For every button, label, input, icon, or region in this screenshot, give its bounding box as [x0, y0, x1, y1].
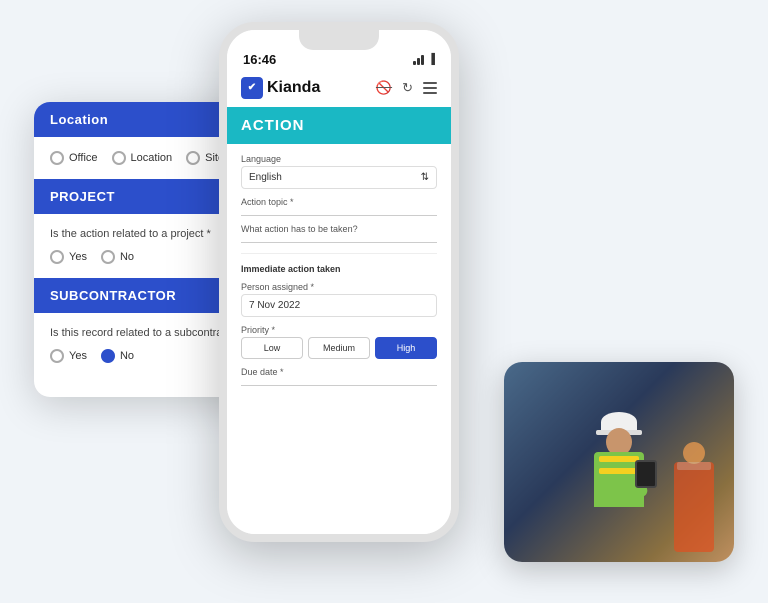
what-action-label: What action has to be taken?	[241, 224, 437, 234]
what-action-field: What action has to be taken?	[241, 224, 437, 243]
kianda-text: Kianda	[267, 79, 320, 97]
project-radio-yes[interactable]: Yes	[50, 250, 87, 264]
action-topic-input[interactable]	[241, 209, 437, 216]
worker-tablet	[635, 460, 657, 488]
priority-group: Low Medium High	[241, 337, 437, 359]
status-icons: ▐	[413, 53, 435, 65]
bar1	[413, 61, 416, 65]
status-time: 16:46	[243, 52, 276, 67]
language-input[interactable]: English ⇅	[241, 166, 437, 189]
radio-label-no-sub: No	[120, 350, 134, 362]
signal-icon	[413, 53, 424, 65]
phone: 16:46 ▐ ✔	[219, 22, 459, 542]
header-icons: 🚫 ↻	[376, 80, 437, 96]
due-date-input[interactable]	[241, 379, 437, 386]
phone-form: Language English ⇅ Action topic * What a…	[227, 144, 451, 534]
radio-label-yes-project: Yes	[69, 251, 87, 263]
priority-label: Priority *	[241, 325, 437, 335]
photo-card	[504, 362, 734, 562]
person-assigned-field: Person assigned * 7 Nov 2022	[241, 282, 437, 317]
divider1	[241, 253, 437, 254]
radio-label-location: Location	[131, 152, 173, 164]
hamburger-line3	[423, 92, 437, 94]
priority-field: Priority * Low Medium High	[241, 325, 437, 359]
hamburger-line2	[423, 87, 437, 89]
action-topic-field: Action topic *	[241, 197, 437, 216]
action-banner: ACTION	[227, 107, 451, 144]
kianda-logo: ✔ Kianda	[241, 77, 320, 99]
photo-background	[504, 362, 734, 562]
radio-label-yes-sub: Yes	[69, 350, 87, 362]
priority-medium-button[interactable]: Medium	[308, 337, 370, 359]
radio-circle-no-project	[101, 250, 115, 264]
subcontractor-radio-yes[interactable]: Yes	[50, 349, 87, 363]
project-radio-no[interactable]: No	[101, 250, 134, 264]
wifi-off-icon: 🚫	[376, 80, 392, 96]
person-assigned-value: 7 Nov 2022	[249, 300, 300, 311]
language-label: Language	[241, 154, 437, 164]
menu-icon[interactable]	[423, 82, 437, 94]
background-worker-figure	[674, 462, 714, 552]
radio-location[interactable]: Location	[112, 151, 173, 165]
phone-screen: 16:46 ▐ ✔	[227, 30, 451, 534]
action-topic-label: Action topic *	[241, 197, 437, 207]
radio-circle-yes-sub	[50, 349, 64, 363]
language-field: Language English ⇅	[241, 154, 437, 189]
priority-high-button[interactable]: High	[375, 337, 437, 359]
immediate-action-label: Immediate action taken	[241, 264, 437, 274]
radio-label-office: Office	[69, 152, 98, 164]
radio-label-no-project: No	[120, 251, 134, 263]
priority-low-button[interactable]: Low	[241, 337, 303, 359]
refresh-icon[interactable]: ↻	[402, 80, 413, 96]
due-date-label: Due date *	[241, 367, 437, 377]
bar3	[421, 55, 424, 65]
phone-notch	[299, 30, 379, 50]
language-value: English	[249, 172, 282, 183]
person-assigned-input[interactable]: 7 Nov 2022	[241, 294, 437, 317]
due-date-field: Due date *	[241, 367, 437, 386]
radio-circle-office	[50, 151, 64, 165]
person-assigned-label: Person assigned *	[241, 282, 437, 292]
bar2	[417, 58, 420, 65]
radio-circle-no-sub	[101, 349, 115, 363]
phone-header: ✔ Kianda 🚫 ↻	[227, 71, 451, 107]
hamburger-line1	[423, 82, 437, 84]
kianda-icon: ✔	[241, 77, 263, 99]
radio-circle-location	[112, 151, 126, 165]
subcontractor-radio-no[interactable]: No	[101, 349, 134, 363]
main-worker-figure	[579, 412, 659, 542]
scene: Location Office Location Site Others	[34, 22, 734, 582]
battery-icon: ▐	[428, 54, 435, 65]
immediate-action-field: Immediate action taken	[241, 264, 437, 274]
phone-wrapper: 16:46 ▐ ✔	[219, 22, 459, 542]
language-icon: ⇅	[421, 172, 429, 183]
kianda-icon-letter: ✔	[248, 82, 256, 93]
what-action-input[interactable]	[241, 236, 437, 243]
radio-circle-site	[186, 151, 200, 165]
radio-circle-yes-project	[50, 250, 64, 264]
radio-office[interactable]: Office	[50, 151, 98, 165]
